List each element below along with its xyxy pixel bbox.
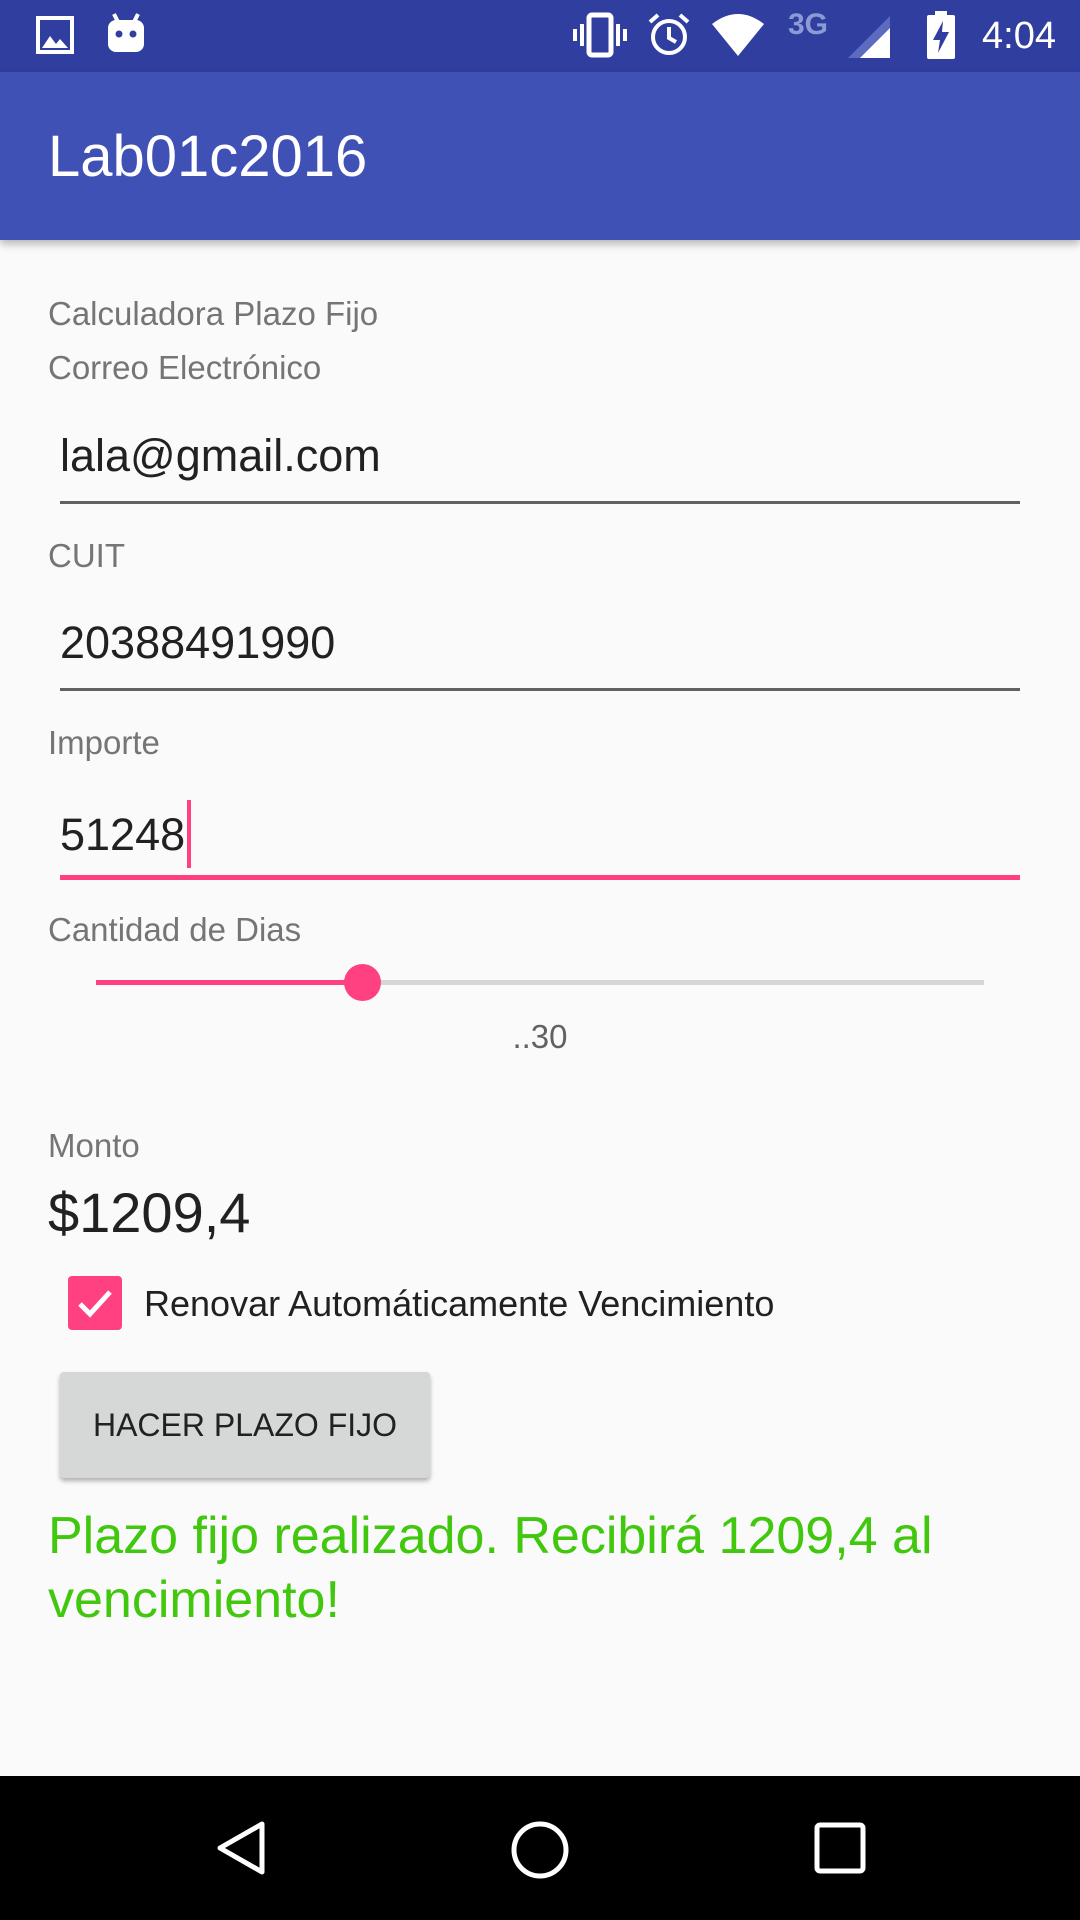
navigation-bar: [0, 1776, 1080, 1920]
home-icon[interactable]: [508, 1818, 572, 1882]
cuit-value: 20388491990: [60, 617, 336, 668]
signal-icon: [848, 16, 890, 58]
form-heading: Calculadora Plazo Fijo: [48, 295, 379, 332]
importe-label: Importe: [48, 724, 160, 761]
android-icon: [108, 13, 144, 52]
dias-seekbar[interactable]: [96, 964, 984, 1001]
status-time: 4:04: [982, 15, 1056, 57]
wifi-icon: [712, 14, 764, 56]
email-field[interactable]: lala@gmail.com: [60, 414, 1020, 504]
battery-charging-icon: [927, 11, 955, 59]
image-icon: [36, 16, 74, 54]
seekbar-thumb[interactable]: [344, 964, 382, 1001]
text-cursor: [187, 800, 192, 868]
cuit-label: CUIT: [48, 537, 125, 574]
renovar-label[interactable]: Renovar Automáticamente Vencimiento: [144, 1282, 774, 1326]
importe-value: 51248: [60, 808, 186, 860]
alarm-icon: [648, 13, 690, 55]
monto-value: $1209,4: [48, 1181, 251, 1244]
vibrate-icon: [573, 12, 627, 58]
app-title: Lab01c2016: [48, 124, 368, 189]
importe-field[interactable]: 51248: [60, 790, 1020, 880]
email-underline: [60, 501, 1020, 504]
seekbar-progress: [96, 980, 363, 985]
back-icon[interactable]: [212, 1818, 272, 1878]
result-message: Plazo fijo realizado. Recibirá 1209,4 al…: [48, 1507, 933, 1629]
dias-caption: ..30: [512, 1018, 568, 1055]
status-bar: 3G 4:04: [0, 0, 1080, 72]
email-value: lala@gmail.com: [60, 430, 381, 481]
dias-label: Cantidad de Dias: [48, 911, 302, 948]
cuit-field[interactable]: 20388491990: [60, 601, 1020, 691]
check-icon: [78, 1290, 112, 1318]
renovar-checkbox[interactable]: [68, 1276, 122, 1330]
cuit-underline: [60, 688, 1020, 691]
recents-icon[interactable]: [812, 1820, 868, 1876]
importe-underline: [60, 875, 1020, 880]
hacer-plazo-fijo-button[interactable]: HACER PLAZO FIJO: [60, 1372, 430, 1478]
email-label: Correo Electrónico: [48, 349, 322, 386]
monto-label: Monto: [48, 1127, 140, 1164]
network-type: 3G: [788, 8, 829, 41]
app-bar: Lab01c2016: [0, 72, 1080, 240]
